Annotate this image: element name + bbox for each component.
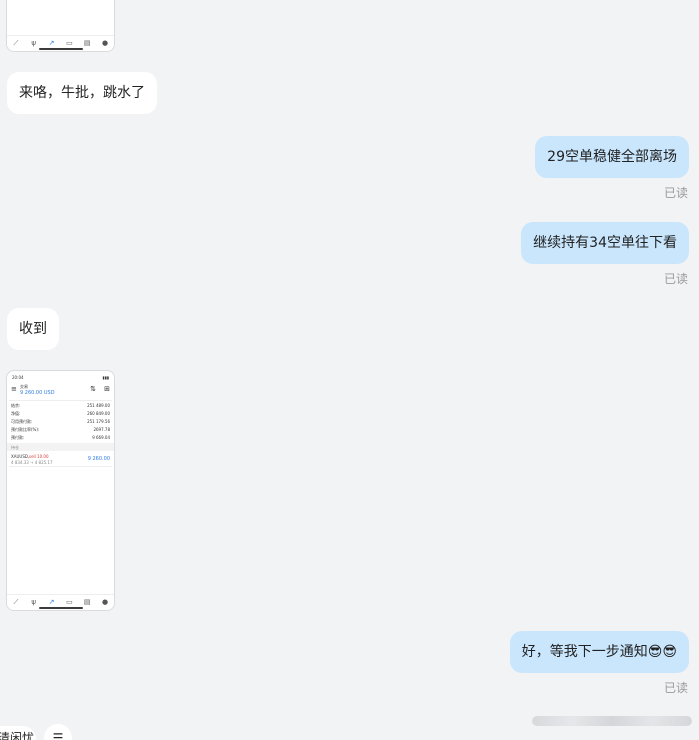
row-label: 结余: <box>11 403 21 408</box>
chat-icon: ● <box>101 39 109 47</box>
message-bubble-outgoing[interactable]: 好，等我下一步通知😎😎 <box>509 631 689 673</box>
new-order-icon: ⊞ <box>104 385 110 393</box>
watermark <box>532 716 692 726</box>
image-message-top[interactable]: ⟋ ψ ↗ ▭ ▤ ● <box>6 0 115 52</box>
section-header-bg <box>7 443 114 451</box>
trade-icon: ↗ <box>48 598 55 606</box>
row-label: 预付款比率(%): <box>11 427 40 432</box>
history-icon: ▭ <box>66 39 73 47</box>
chart-icon: ψ <box>31 598 37 606</box>
message-bubble-outgoing[interactable]: 29空单稳健全部离场 <box>535 136 689 178</box>
position-prices: 4 834.33 → 4 825.17 <box>11 460 53 465</box>
menu-icon: ≡ <box>11 385 17 393</box>
home-indicator <box>39 607 83 609</box>
row-value: 251 179.56 <box>87 419 110 424</box>
quick-reply-label: 清闲忧 <box>0 731 35 740</box>
menu-button[interactable]: ☰ <box>44 724 72 740</box>
row-value: 260 849.00 <box>87 411 110 416</box>
sort-icon: ⇅ <box>90 385 96 393</box>
row-value: 9 669.04 <box>92 435 110 440</box>
divider <box>9 466 112 467</box>
read-status: 已读 <box>663 681 688 695</box>
message-bubble-incoming[interactable]: 来咯，牛批，跳水了 <box>7 72 157 114</box>
image-message-trading-screenshot[interactable]: 20:04 ▮▮▮ ≡ 交易 9 260.00 USD ⇅ ⊞ 结余: 251 … <box>6 370 115 611</box>
position-profit: 9 260.00 <box>87 456 110 462</box>
row-label: 可用预付款: <box>11 419 33 424</box>
chat-icon: ● <box>101 598 109 606</box>
news-icon: ▤ <box>83 39 91 47</box>
row-value: 251 489.00 <box>87 403 110 408</box>
status-time: 20:04 <box>12 375 24 380</box>
header-title: 交易 <box>20 384 28 389</box>
menu-icon: ☰ <box>52 731 64 740</box>
section-label: 持仓 <box>11 445 19 450</box>
row-label: 净值: <box>11 411 21 416</box>
row-value: 2697.78 <box>93 427 110 432</box>
position-symbol: XAUUSD, <box>11 454 30 459</box>
read-status: 已读 <box>663 272 688 286</box>
home-indicator <box>39 48 83 50</box>
quotes-icon: ⟋ <box>13 598 19 606</box>
read-status: 已读 <box>663 186 688 200</box>
message-bubble-incoming[interactable]: 收到 <box>7 308 59 350</box>
header-balance: 9 260.00 USD <box>20 390 55 396</box>
row-label: 预付款: <box>11 435 25 440</box>
status-indicators: ▮▮▮ <box>102 375 109 380</box>
history-icon: ▭ <box>66 598 73 606</box>
message-bubble-outgoing[interactable]: 继续持有34空单往下看 <box>521 222 689 264</box>
trade-icon: ↗ <box>48 39 55 47</box>
position-side: sell 10.00 <box>29 454 49 459</box>
news-icon: ▤ <box>83 598 91 606</box>
chart-icon: ψ <box>31 39 37 47</box>
quick-reply-chip[interactable]: 清闲忧 <box>0 726 36 740</box>
divider <box>9 400 112 401</box>
quotes-icon: ⟋ <box>13 39 19 47</box>
